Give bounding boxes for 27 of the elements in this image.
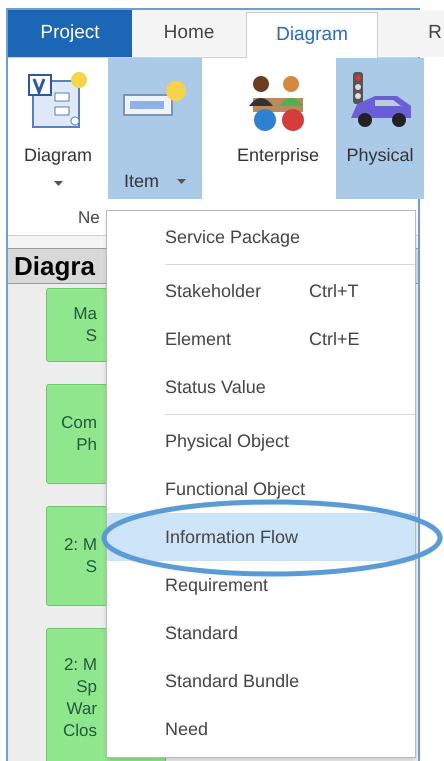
menu-item[interactable]: Standard xyxy=(107,609,415,657)
ribbon-button[interactable]: Physical xyxy=(336,58,424,200)
group-label: Ne xyxy=(78,208,100,228)
menu-item[interactable]: Requirement xyxy=(107,561,415,609)
node-text: S xyxy=(86,325,97,347)
node-text: Com xyxy=(61,412,97,434)
node-text: 2: M xyxy=(64,654,97,676)
node-text: S xyxy=(86,556,97,578)
menu-item[interactable]: Information Flow xyxy=(107,513,415,561)
menu-item[interactable]: Element Ctrl+E xyxy=(107,315,415,363)
menu-item[interactable]: Status Value xyxy=(107,363,415,411)
node-text: War xyxy=(66,698,97,720)
node-text: Sp xyxy=(76,676,97,698)
node-text: Ph xyxy=(76,434,97,456)
node-text: Ma xyxy=(73,303,97,325)
menu-item[interactable]: Stakeholder Ctrl+T xyxy=(107,267,415,315)
menu-item[interactable]: Functional Object xyxy=(107,465,415,513)
node-text: 2: M xyxy=(64,534,97,556)
ribbon-tab[interactable]: Project xyxy=(8,10,132,57)
menu-item[interactable]: Physical Object xyxy=(107,417,415,465)
node-text: Clos xyxy=(62,720,97,742)
menu-item[interactable]: Need xyxy=(107,705,415,753)
ribbon-tab[interactable]: Diagram xyxy=(246,12,378,59)
menu-item[interactable]: Service Package xyxy=(107,213,415,261)
menu-item[interactable]: Standard Bundle xyxy=(107,657,415,705)
ribbon-button[interactable]: Item xyxy=(108,58,202,200)
diagram-icon xyxy=(27,70,89,131)
